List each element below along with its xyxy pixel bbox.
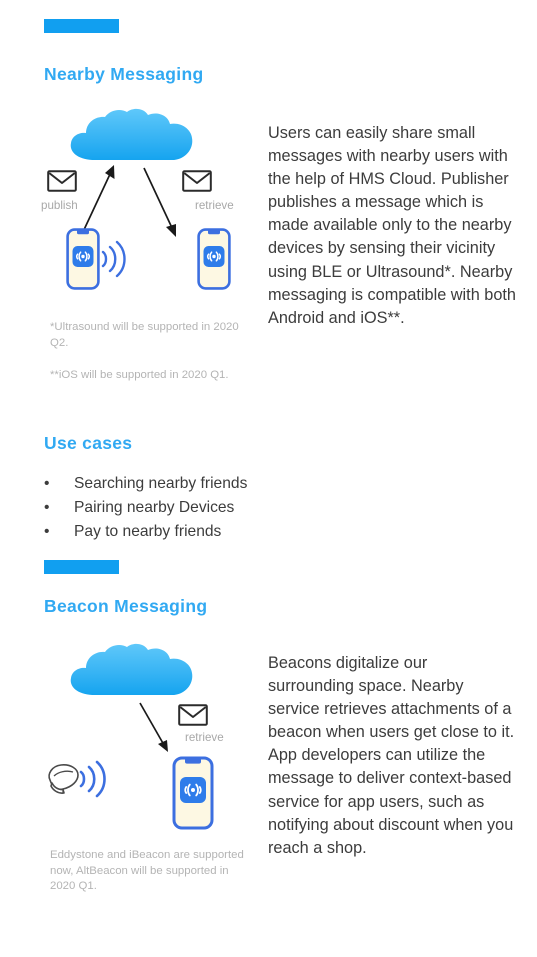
signal-waves-icon	[101, 240, 126, 278]
label-retrieve: retrieve	[195, 199, 234, 212]
receiver-phone-icon	[172, 756, 214, 830]
arrow-publish-up	[81, 165, 115, 235]
list-item-label: Searching nearby friends	[74, 475, 248, 492]
footnote-ultrasound: *Ultrasound will be supported in 2020 Q2…	[50, 321, 239, 349]
cloud-icon	[70, 643, 193, 695]
bullet-icon: •	[44, 522, 50, 540]
list-item: • Searching nearby friends	[40, 472, 247, 496]
use-cases-list: • Searching nearby friends • Pairing nea…	[40, 472, 247, 543]
accent-bar-beacon	[44, 560, 119, 574]
envelope-icon-publish	[47, 170, 77, 192]
publisher-phone-icon	[66, 228, 100, 290]
list-item-label: Pairing nearby Devices	[74, 498, 235, 516]
list-item-label: Pay to nearby friends	[74, 522, 222, 540]
arrow-retrieve-down	[143, 167, 176, 237]
beacon-messaging-diagram: retrieve	[30, 635, 260, 830]
accent-bar-nearby	[44, 19, 119, 33]
section-heading-beacon-messaging: Beacon Messaging	[44, 596, 208, 616]
list-item: • Pay to nearby friends	[40, 520, 247, 544]
footnote-beacon-support: Eddystone and iBeacon are supported now,…	[50, 849, 244, 892]
nearby-messaging-diagram: publish retrieve	[30, 100, 260, 305]
list-item: • Pairing nearby Devices	[40, 496, 247, 520]
arrow-retrieve-down	[139, 702, 168, 752]
slide-page: Nearby Messaging publish retrieve Users …	[0, 0, 537, 957]
bullet-icon: •	[44, 498, 50, 516]
cloud-icon	[70, 108, 193, 160]
section-heading-use-cases: Use cases	[44, 433, 133, 453]
envelope-icon-retrieve	[178, 704, 208, 726]
label-retrieve: retrieve	[185, 731, 224, 744]
label-publish: publish	[41, 199, 78, 212]
paragraph-beacon-messaging: Beacons digitalize our surrounding space…	[268, 654, 515, 857]
section-heading-nearby-messaging: Nearby Messaging	[44, 64, 204, 84]
footnote-ios: **iOS will be supported in 2020 Q1.	[50, 369, 229, 381]
paragraph-nearby-messaging: Users can easily share small messages wi…	[268, 124, 516, 327]
subscriber-phone-icon	[197, 228, 231, 290]
bullet-icon: •	[44, 475, 50, 492]
signal-waves-icon	[79, 760, 106, 798]
